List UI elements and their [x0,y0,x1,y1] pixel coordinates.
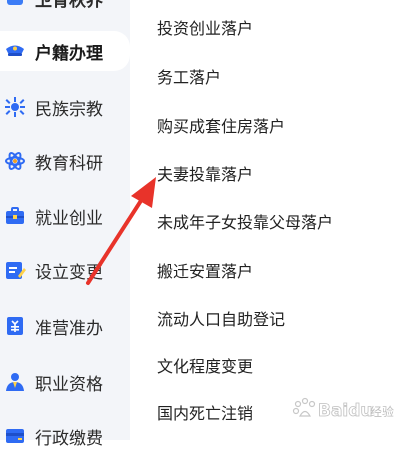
sidebar-item-label: 设立变更 [35,262,103,283]
atom-icon [5,152,25,170]
sidebar-item-qualification[interactable]: 职业资格 [0,362,130,402]
sidebar-item-label: 民族宗教 [35,99,103,120]
sidebar-item-ethnic-religion[interactable]: 民族宗教 [0,87,130,127]
sidebar-item-label: 准营准办 [35,318,103,339]
list-item-domestic-death-cancellation[interactable]: 国内死亡注销 [157,392,397,432]
list-item-investment-settlement[interactable]: 投资创业落户 [157,7,397,47]
list-item-education-level-change[interactable]: 文化程度变更 [157,345,397,385]
list-item-minor-child-settlement[interactable]: 未成年子女投靠父母落户 [157,201,397,241]
briefcase-icon [6,207,24,224]
sidebar-item-label: 教育科研 [35,153,103,174]
list-item-house-purchase-settlement[interactable]: 购买成套住房落户 [157,105,397,145]
list-item-relocation-settlement[interactable]: 搬迁安置落户 [157,250,397,290]
sidebar-item-label: 职业资格 [35,374,103,395]
sidebar-item-label: 行政缴费 [35,428,103,449]
sidebar-item-employment[interactable]: 就业创业 [0,196,130,236]
license-doc-icon [7,317,23,335]
category-sidebar: 卫育秋养 户籍办理 民族宗教 教育科研 就业创业 设立变更 准营准办 职业资格 … [0,0,130,449]
sidebar-item-partial[interactable]: 卫育秋养 [0,0,130,18]
sidebar-item-household[interactable]: 户籍办理 [0,31,130,71]
sidebar-item-label: 户籍办理 [35,43,103,64]
sidebar-item-education-research[interactable]: 教育科研 [0,141,130,181]
police-cap-icon [6,45,24,56]
top-partial-icon [7,0,23,5]
sun-flower-icon [5,97,25,117]
payment-card-icon [6,429,24,443]
sidebar-item-label: 就业创业 [35,208,103,229]
sidebar-item-admin-fees[interactable]: 行政缴费 [0,416,130,456]
edit-document-icon [6,262,26,279]
sidebar-item-label: 卫育秋养 [35,0,103,11]
sidebar-item-business-license[interactable]: 准营准办 [0,306,130,346]
list-item-floating-population-registration[interactable]: 流动人口自助登记 [157,298,397,338]
person-certificate-icon [6,373,24,391]
list-item-work-settlement[interactable]: 务工落户 [157,56,397,96]
list-item-spouse-settlement[interactable]: 夫妻投靠落户 [157,153,397,193]
sidebar-item-establish-change[interactable]: 设立变更 [0,250,130,290]
